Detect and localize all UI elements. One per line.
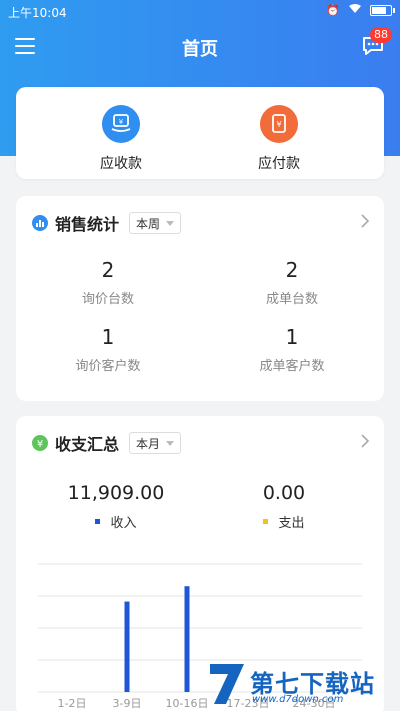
yuan-icon: ¥	[32, 435, 48, 451]
chevron-down-icon	[166, 220, 175, 226]
status-bar: 上午10:04 ⏰	[0, 0, 400, 24]
message-badge: 88	[370, 27, 392, 43]
finance-period-value: 本月	[136, 436, 161, 451]
svg-text:¥: ¥	[119, 118, 124, 126]
finance-title: 收支汇总	[55, 435, 120, 454]
chevron-right-icon[interactable]	[360, 213, 370, 229]
income-total: 11,909.00 收入	[67, 482, 165, 531]
income-legend-swatch	[95, 519, 101, 524]
sales-period-value: 本周	[136, 216, 161, 231]
chart-x-tick-label: 10-16日	[166, 697, 209, 710]
finance-period-select[interactable]: 本月	[129, 432, 182, 454]
bar-chart-icon	[32, 215, 48, 231]
wifi-icon	[348, 3, 362, 17]
chevron-down-icon	[166, 440, 175, 446]
expense-legend-swatch	[263, 519, 269, 524]
chart-bar-income	[124, 601, 130, 692]
sales-period-select[interactable]: 本周	[129, 212, 182, 234]
payable-label: 应付款	[258, 156, 300, 172]
alarm-icon: ⏰	[326, 3, 340, 17]
chart-x-tick-label: 1-2日	[58, 697, 87, 710]
stat-deal-units: 2 成单台数	[265, 258, 318, 307]
svg-text:¥: ¥	[37, 439, 43, 450]
chart-bar-income	[184, 586, 190, 692]
income-legend-label: 收入	[110, 516, 137, 531]
chevron-right-icon[interactable]	[360, 433, 370, 449]
battery-icon	[370, 4, 395, 16]
receivable-label: 应收款	[100, 156, 142, 172]
quick-actions-card: ¥ 应收款 ¥ 应付款	[16, 87, 384, 179]
expense-total: 0.00 支出	[262, 482, 306, 531]
sales-stats-card: 销售统计 本周 2 询价台数 2 成单台数 1 询价客户数 1 成单客户数	[16, 196, 384, 401]
stat-inquiry-units: 2 询价台数	[81, 258, 134, 307]
watermark-url: www.d7down.com	[252, 694, 344, 705]
payable-button[interactable]: ¥ 应付款	[219, 105, 339, 173]
receivable-icon: ¥	[102, 105, 140, 143]
expense-legend-label: 支出	[278, 516, 305, 531]
stat-deal-customers: 1 成单客户数	[259, 325, 325, 374]
status-time: 上午10:04	[8, 6, 67, 20]
stat-inquiry-customers: 1 询价客户数	[75, 325, 141, 374]
watermark-logo-icon	[210, 664, 244, 704]
receivable-button[interactable]: ¥ 应收款	[61, 105, 181, 173]
payable-icon: ¥	[260, 105, 298, 143]
chart-x-tick-label: 3-9日	[113, 697, 142, 710]
watermark: 第七下载站 www.d7down.com	[206, 660, 400, 711]
app-bar: 首页 88	[0, 26, 400, 70]
svg-text:¥: ¥	[276, 120, 281, 129]
page-title: 首页	[182, 39, 218, 60]
sales-title: 销售统计	[55, 215, 120, 234]
